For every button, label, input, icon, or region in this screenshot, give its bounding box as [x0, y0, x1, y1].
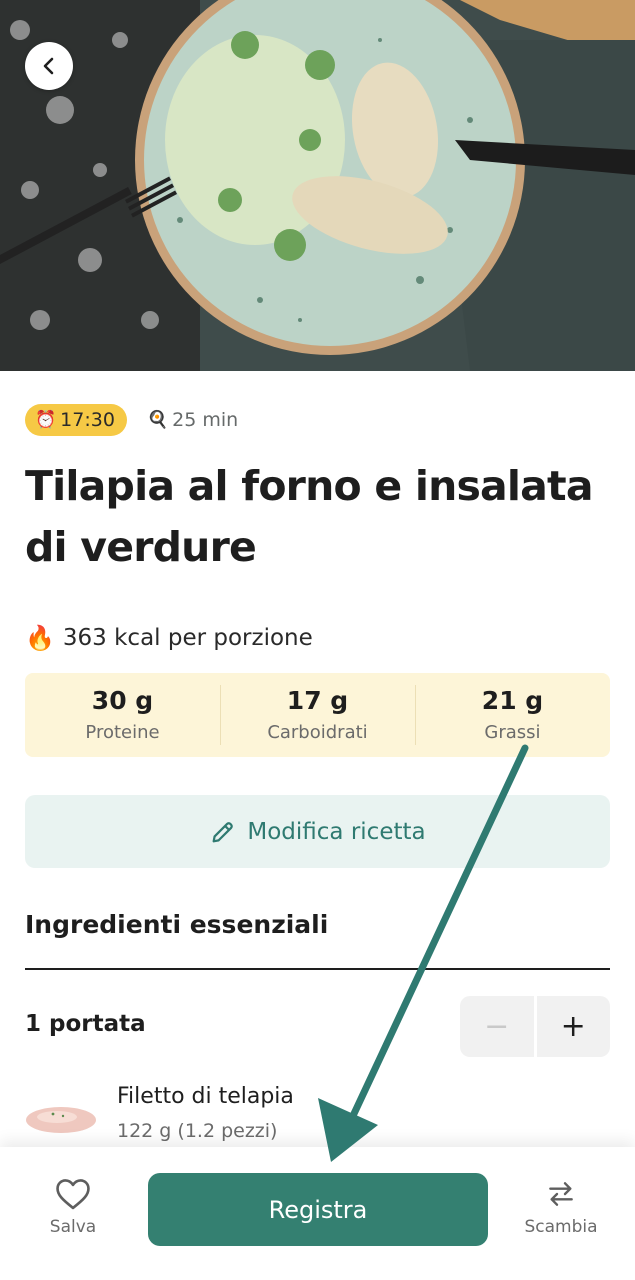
fish-fillet-image — [26, 1107, 96, 1133]
heart-icon — [56, 1179, 90, 1210]
macro-fat: 21 g Grassi — [415, 673, 610, 757]
serving-stepper: − + — [460, 996, 610, 1057]
ingredient-name: Filetto di telapia — [117, 1084, 294, 1109]
macro-protein: 30 g Proteine — [25, 673, 220, 757]
section-divider — [25, 968, 610, 970]
chevron-left-icon — [43, 57, 54, 75]
ingredient-quantity: 122 g (1.2 pezzi) — [117, 1120, 278, 1142]
time-badge-text: 17:30 — [60, 409, 115, 431]
macro-label: Proteine — [85, 722, 160, 743]
macro-label: Carboidrati — [267, 722, 368, 743]
macro-value: 17 g — [286, 686, 349, 715]
macro-carbs: 17 g Carboidrati — [220, 673, 415, 757]
edit-recipe-button[interactable]: Modifica ricetta — [25, 795, 610, 868]
edit-recipe-label: Modifica ricetta — [247, 818, 426, 845]
calories-row: 🔥 363 kcal per porzione — [25, 624, 313, 652]
serving-label: 1 portata — [25, 1011, 146, 1037]
macro-value: 21 g — [481, 686, 544, 715]
ingredient-item[interactable]: Filetto di telapia 122 g (1.2 pezzi) — [25, 1080, 610, 1150]
calories-text: 363 kcal per porzione — [62, 625, 313, 651]
recipe-meta-row: ⏰ 17:30 🍳 25 min — [25, 404, 238, 436]
increase-servings-button[interactable]: + — [536, 996, 610, 1057]
pan-icon: 🍳 — [146, 410, 169, 430]
recipe-title: Tilapia al forno e insalata di verdure — [25, 462, 594, 571]
save-button[interactable]: Salva — [23, 1177, 123, 1237]
pencil-icon — [212, 821, 234, 842]
time-badge: ⏰ 17:30 — [25, 404, 127, 436]
register-button[interactable]: Registra — [148, 1173, 488, 1246]
alarm-clock-icon: ⏰ — [35, 410, 57, 430]
macro-label: Grassi — [484, 722, 541, 743]
decrease-servings-button[interactable]: − — [460, 996, 534, 1057]
swap-label: Scambia — [524, 1217, 598, 1237]
recipe-hero-image — [0, 0, 635, 371]
macro-value: 30 g — [91, 686, 154, 715]
macros-panel: 30 g Proteine 17 g Carboidrati 21 g Gras… — [25, 673, 610, 757]
fire-icon: 🔥 — [25, 624, 55, 652]
save-label: Salva — [49, 1217, 97, 1237]
duration-text: 25 min — [172, 409, 239, 431]
swap-button[interactable]: Scambia — [511, 1177, 611, 1237]
ingredients-section-title: Ingredienti essenziali — [25, 910, 329, 939]
back-button[interactable] — [25, 42, 73, 90]
food-photo — [0, 0, 635, 371]
cooking-duration: 🍳 25 min — [147, 409, 238, 431]
bottom-action-bar: Salva Registra Scambia — [0, 1147, 635, 1280]
swap-arrows-icon — [549, 1182, 573, 1206]
